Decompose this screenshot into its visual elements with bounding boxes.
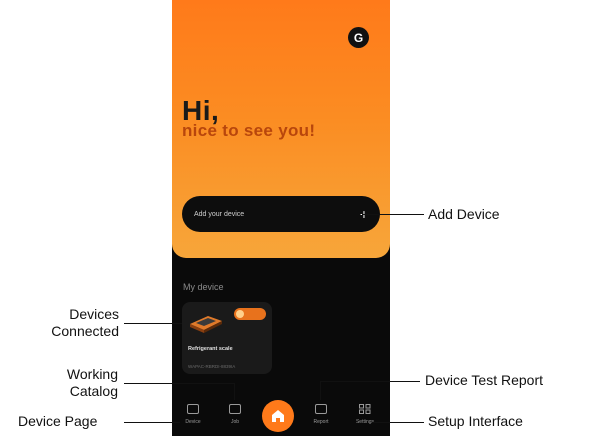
tab-device-label: Device — [185, 419, 201, 425]
setup-interface-leader — [372, 422, 424, 423]
greeting-subtitle: nice to see you! — [182, 121, 316, 140]
tab-job[interactable]: Job — [220, 404, 250, 432]
toggle-knob — [236, 310, 244, 318]
device-icon — [187, 404, 199, 414]
avatar[interactable]: G — [348, 27, 369, 48]
device-name: Refrigerant scale — [188, 346, 233, 352]
my-device-heading: My device — [183, 282, 224, 292]
tab-job-label: Job — [230, 419, 240, 425]
tab-device[interactable]: Device — [178, 404, 208, 432]
tab-report-label: Report — [313, 419, 329, 425]
device-test-report-leader-v — [320, 381, 321, 400]
callout-working-catalog-1: Working — [66, 366, 118, 382]
callout-device-test-report: Device Test Report — [425, 372, 544, 388]
tab-settings[interactable]: Settings — [350, 404, 380, 432]
add-device-button[interactable]: Add your device + — [182, 196, 380, 232]
home-button[interactable] — [262, 400, 294, 432]
callout-devices-connected-2: Connected — [51, 323, 119, 339]
devices-connected-leader — [124, 323, 182, 324]
callout-add-device: Add Device — [428, 206, 500, 222]
working-catalog-leader-v — [234, 383, 235, 400]
settings-icon — [359, 404, 371, 414]
phone-screen: G Hi, nice to see you! Add your device +… — [172, 0, 390, 436]
scale-device-icon — [190, 316, 222, 333]
add-device-leader — [362, 214, 424, 215]
callout-setup-interface: Setup Interface — [428, 413, 523, 429]
callout-device-page: Device Page — [18, 413, 98, 429]
tab-report[interactable]: Report — [306, 404, 336, 432]
device-test-report-leader — [320, 381, 420, 382]
device-page-leader — [124, 422, 180, 423]
report-icon — [315, 404, 327, 414]
device-power-toggle[interactable] — [234, 308, 266, 320]
callout-devices-connected-1: Devices — [69, 306, 119, 322]
device-serial: WAPAC-RBRDI-8839IA — [188, 364, 236, 369]
working-catalog-leader — [124, 383, 234, 384]
job-icon — [229, 404, 241, 414]
callout-working-catalog-2: Catalog — [69, 383, 118, 399]
home-icon — [272, 410, 284, 422]
add-device-label: Add your device — [194, 210, 245, 218]
hero-panel: G Hi, nice to see you! Add your device + — [172, 0, 390, 258]
device-card[interactable]: Refrigerant scale WAPAC-RBRDI-8839IA — [182, 302, 272, 374]
